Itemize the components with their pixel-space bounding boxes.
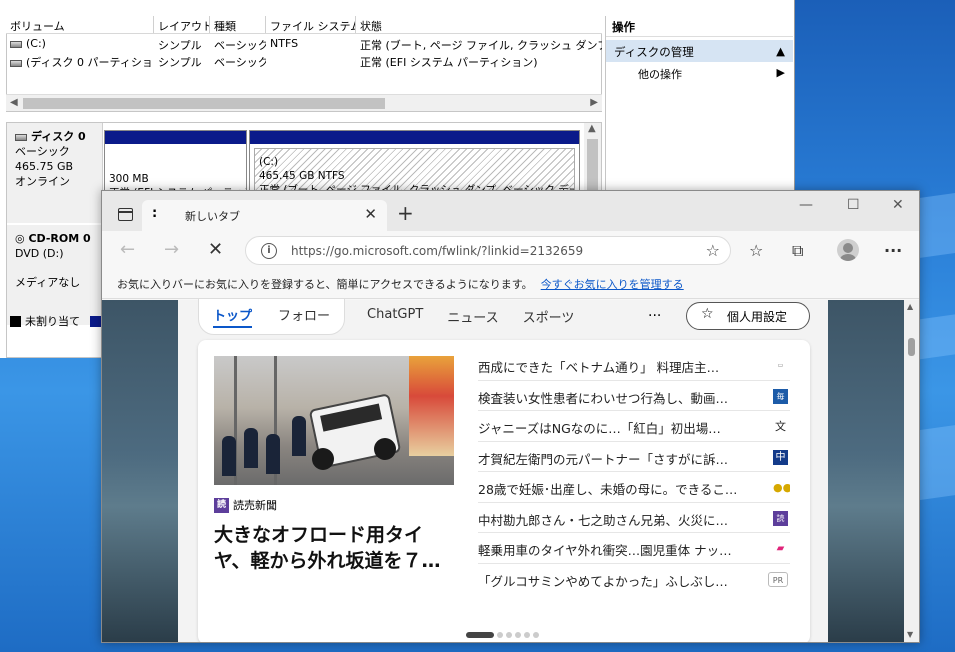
maximize-icon[interactable]: ☐ (847, 197, 860, 213)
collapse-up-icon[interactable]: ▲ (776, 44, 785, 58)
list-item[interactable]: 28歳で妊娠･出産し、未婚の母に。できるこ…●● (478, 472, 790, 503)
profile-avatar[interactable] (837, 239, 859, 261)
news-feed: トップ フォロー ChatGPT ニュース スポーツ ··· ☆ 個人用設定 読… (178, 298, 828, 642)
scroll-down-icon[interactable]: ▼ (907, 630, 913, 639)
volume-list-hscrollbar[interactable]: ◀ ▶ (6, 94, 602, 111)
col-filesystem[interactable]: ファイル システム (266, 16, 356, 33)
legend-swatch-unallocated (10, 315, 21, 327)
partition-bar (105, 131, 246, 144)
scroll-thumb[interactable] (908, 338, 915, 356)
col-status[interactable]: 状態 (356, 16, 602, 33)
yomiuri-logo: 読 (214, 497, 229, 513)
tab-new-tab[interactable]: : 新しいタブ ✕ (142, 200, 387, 231)
favorites-bar: お気に入りバーにお気に入りを登録すると、簡単にアクセスできるようになります。 今す… (102, 269, 919, 299)
add-favorite-icon[interactable]: ☆ (706, 241, 720, 260)
hero-headline[interactable]: 大きなオフロード用タイヤ、軽から外れ坂道を７… (214, 522, 458, 574)
carousel-indicator[interactable] (466, 632, 539, 638)
window-close-icon[interactable]: ✕ (892, 197, 904, 213)
scroll-up-icon[interactable]: ▲ (907, 302, 913, 311)
table-row[interactable]: (ディスク 0 パーティション 1) シンプル ベーシック 正常 (EFI シス… (6, 53, 602, 70)
yomiuri-logo: 読 (773, 510, 788, 526)
disk-icon (15, 133, 27, 141)
list-item[interactable]: ジャニーズはNGなのに…「紅白」初出場… 文 (478, 411, 790, 442)
fnn-logo: ▰ (776, 543, 785, 554)
action-other-operations[interactable]: 他の操作 ▶ (606, 62, 793, 84)
hero-image[interactable] (214, 356, 454, 485)
scroll-up-icon[interactable]: ▲ (588, 123, 596, 134)
col-layout[interactable]: レイアウト (154, 16, 210, 33)
partition-bar (250, 131, 579, 144)
settings-more-icon[interactable]: ··· (884, 241, 902, 260)
news-list: 西成にできた「ベトナム通り」 料理店主… ▭ 検査装い女性患者にわいせつ行為し、動… (478, 350, 790, 594)
minimize-icon[interactable]: — (799, 197, 813, 213)
col-type[interactable]: 種類 (210, 16, 266, 33)
collections-icon[interactable]: ⧉ (792, 241, 803, 261)
tab-top[interactable]: トップ (213, 305, 253, 328)
edge-browser-window: : 新しいタブ ✕ + — ☐ ✕ ← → ✕ i https://go.mic… (101, 190, 920, 643)
list-item[interactable]: 軽乗用車のタイヤ外れ衝突…園児重体 ナッ… ▰ (478, 533, 790, 564)
mbs-logo: ▭ (777, 362, 784, 369)
personalize-button[interactable]: ☆ 個人用設定 (686, 302, 810, 330)
stop-loading-icon[interactable]: ✕ (208, 239, 223, 260)
volume-list-header: ボリューム レイアウト 種類 ファイル システム 状態 (6, 16, 602, 34)
legend-swatch-primary (90, 315, 101, 327)
tab-strip: : 新しいタブ ✕ + — ☐ ✕ (102, 191, 919, 231)
tab-actions-icon[interactable] (118, 208, 133, 221)
list-item[interactable]: 検査装い女性患者にわいせつ行為し、動画… 毎 (478, 381, 790, 411)
mainichi-logo: 毎 (773, 388, 788, 404)
tab-news[interactable]: ニュース (447, 307, 498, 326)
table-row[interactable]: (C:) シンプル ベーシック NTFS 正常 (ブート, ページ ファイル, … (6, 36, 602, 53)
oricon-logo: ●● (773, 481, 790, 494)
page-vscrollbar[interactable]: ▲ ▼ (904, 300, 919, 642)
scroll-thumb[interactable] (23, 98, 385, 109)
new-tab-button[interactable]: + (397, 201, 414, 225)
scroll-right-icon[interactable]: ▶ (590, 97, 598, 108)
cdrom0-label[interactable]: ◎ CD-ROM 0 DVD (D:) メディアなし (7, 225, 103, 325)
new-tab-page: トップ フォロー ChatGPT ニュース スポーツ ··· ☆ 個人用設定 読… (102, 298, 919, 642)
feed-nav-pill: トップ フォロー (198, 298, 346, 335)
back-icon[interactable]: ← (120, 239, 135, 260)
tab-chatgpt[interactable]: ChatGPT (367, 307, 423, 326)
list-item[interactable]: 中村勘九郎さん・七之助さん兄弟、火災に… 読 (478, 503, 790, 533)
address-toolbar: ← → ✕ i https://go.microsoft.com/fwlink/… (102, 231, 919, 269)
top-stories-card: 読 読売新聞 大きなオフロード用タイヤ、軽から外れ坂道を７… 西成にできた「ベト… (198, 340, 810, 642)
hero-source[interactable]: 読 読売新聞 (214, 497, 277, 513)
tab-sports[interactable]: スポーツ (523, 307, 575, 326)
close-tab-icon[interactable]: ✕ (364, 205, 377, 223)
tab-title: 新しいタブ (185, 210, 240, 223)
forward-icon[interactable]: → (164, 239, 179, 260)
chunichi-logo: 中 (773, 449, 788, 465)
sparkle-star-icon: ☆ (701, 306, 714, 322)
action-disk-management[interactable]: ディスクの管理 ▲ (606, 40, 793, 62)
col-volume[interactable]: ボリューム (6, 16, 154, 33)
chevron-right-icon: ▶ (776, 66, 785, 79)
scroll-left-icon[interactable]: ◀ (10, 97, 18, 108)
favorites-icon[interactable]: ☆ (749, 241, 763, 260)
volume-icon (10, 59, 22, 67)
address-bar[interactable]: i https://go.microsoft.com/fwlink/?linki… (245, 236, 731, 265)
list-item[interactable]: 西成にできた「ベトナム通り」 料理店主… ▭ (478, 350, 790, 381)
tab-follow[interactable]: フォロー (278, 305, 330, 328)
bunshun-logo: 文 (775, 420, 786, 433)
tab-favicon-icon: : (152, 206, 158, 221)
manage-favorites-link[interactable]: 今すぐお気に入りを管理する (541, 278, 684, 291)
actions-title: 操作 (606, 16, 793, 37)
legend: 未割り当て (10, 313, 101, 329)
url-text: https://go.microsoft.com/fwlink/?linkid=… (291, 244, 584, 258)
disk0-label[interactable]: ディスク 0 ベーシック 465.75 GB オンライン (7, 123, 103, 223)
feed-nav: トップ フォロー ChatGPT ニュース スポーツ (198, 298, 575, 335)
volume-icon (10, 40, 22, 48)
site-info-icon[interactable]: i (261, 243, 277, 259)
pr-badge: PR (768, 571, 788, 587)
list-item[interactable]: 才賀紀左衛門の元パートナー「さすがに訴… 中 (478, 442, 790, 472)
cdrom-icon: ◎ (15, 232, 29, 245)
list-item[interactable]: 「グルコサミンやめてよかった」ふしぶし… PR (478, 564, 790, 595)
more-tabs-button[interactable]: ··· (648, 308, 661, 324)
